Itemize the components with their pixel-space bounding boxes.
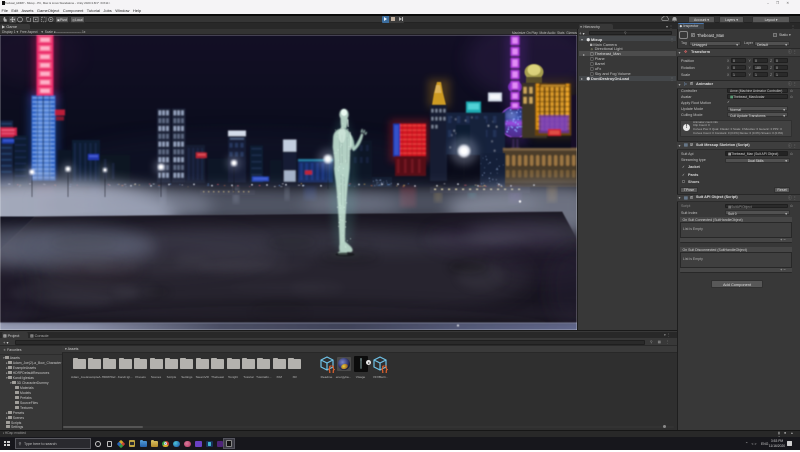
svg-text:{}: {} (381, 364, 388, 373)
svg-text:{}: {} (328, 364, 335, 373)
